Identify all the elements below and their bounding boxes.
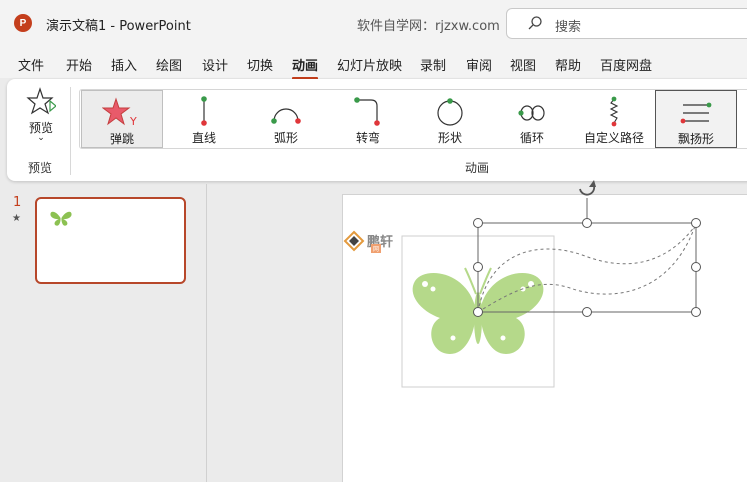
anim-line-path[interactable]: 直线 [163,90,245,148]
tab-file[interactable]: 文件 [18,55,44,74]
anim-turn-path[interactable]: 转弯 [327,90,409,148]
anim-turn-label: 转弯 [355,131,380,145]
anim-custom-label: 自定义路径 [583,131,644,145]
anim-wave-label: 飘扬形 [677,132,714,146]
anim-loop-label: 循环 [519,131,544,145]
anim-wave-path[interactable]: 飘扬形 [655,90,737,148]
animation-group-label: 动画 [465,161,490,175]
anim-custom-path[interactable]: 自定义路径 [573,90,655,148]
rotate-handle-icon[interactable] [579,180,596,196]
tab-slideshow[interactable]: 幻灯片放映 [337,55,402,74]
line-path-icon [201,96,207,126]
pane-divider [206,184,207,482]
slide-number: 1 [13,195,22,210]
anim-arc-path[interactable]: 弧形 [245,90,327,148]
ribbon-tabs: 文件 开始 插入 绘图 设计 切换 动画 幻灯片放映 录制 审阅 视图 帮助 百… [0,46,747,80]
arc-path-icon [271,108,301,124]
search-placeholder: 搜索 [555,20,582,35]
wave-path-icon [680,102,712,124]
anim-loop-path[interactable]: 循环 [491,90,573,148]
animation-marker-icon: ★ [12,213,21,224]
site-watermark-text: 软件自学网：rjzxw.com [357,19,500,34]
svg-text:Y: Y [129,115,137,128]
preview-group-label: 预览 [28,161,53,175]
loop-path-icon [518,105,545,121]
tab-help[interactable]: 帮助 [555,55,581,74]
anim-shape-label: 形状 [437,131,462,145]
turn-path-icon [354,97,380,126]
preview-star-icon [26,87,56,115]
animation-gallery: Y 弹跳 直线 弧形 转弯 形状 循环 自定义路径 飘扬形 [79,89,747,149]
anim-arc-label: 弧形 [273,131,298,145]
watermark-sub: 网 [371,244,382,253]
slide-objects [401,180,701,388]
tab-baidu-netdisk[interactable]: 百度网盘 [600,55,652,74]
tab-transitions[interactable]: 切换 [247,55,273,74]
tab-record[interactable]: 录制 [420,55,446,74]
anim-shape-path[interactable]: 形状 [409,90,491,148]
slide-thumbnail[interactable] [35,197,186,284]
search-input[interactable]: 搜索 [506,8,747,39]
anim-bounce-label: 弹跳 [109,132,134,146]
tab-draw[interactable]: 绘图 [156,55,182,74]
chevron-down-icon: ⌄ [37,133,45,143]
custom-path-icon [609,96,619,127]
tab-review[interactable]: 审阅 [466,55,492,74]
title-bar: P 演示文稿1 - PowerPoint 软件自学网：rjzxw.com 搜索 [0,0,747,46]
animations-ribbon: 预览 ⌄ 预览 Y 弹跳 直线 弧形 转弯 形状 循环 自定义路径 飘扬形 动画 [7,79,747,181]
group-divider [70,87,71,175]
watermark-logo-icon [343,230,365,252]
anim-bounce[interactable]: Y 弹跳 [81,90,163,148]
powerpoint-logo-icon: P [14,14,32,32]
tab-view[interactable]: 视图 [510,55,536,74]
preview-button[interactable]: 预览 ⌄ [17,85,65,149]
anim-line-label: 直线 [191,131,216,145]
bounce-star-icon: Y [102,97,137,128]
tab-animations[interactable]: 动画 [292,55,319,80]
tab-insert[interactable]: 插入 [111,55,137,74]
shape-path-icon [437,98,463,126]
document-title: 演示文稿1 - PowerPoint [46,19,191,34]
tab-design[interactable]: 设计 [202,55,228,74]
tab-home[interactable]: 开始 [66,55,92,74]
search-icon [528,16,542,30]
thumbnail-butterfly-image [50,211,72,226]
